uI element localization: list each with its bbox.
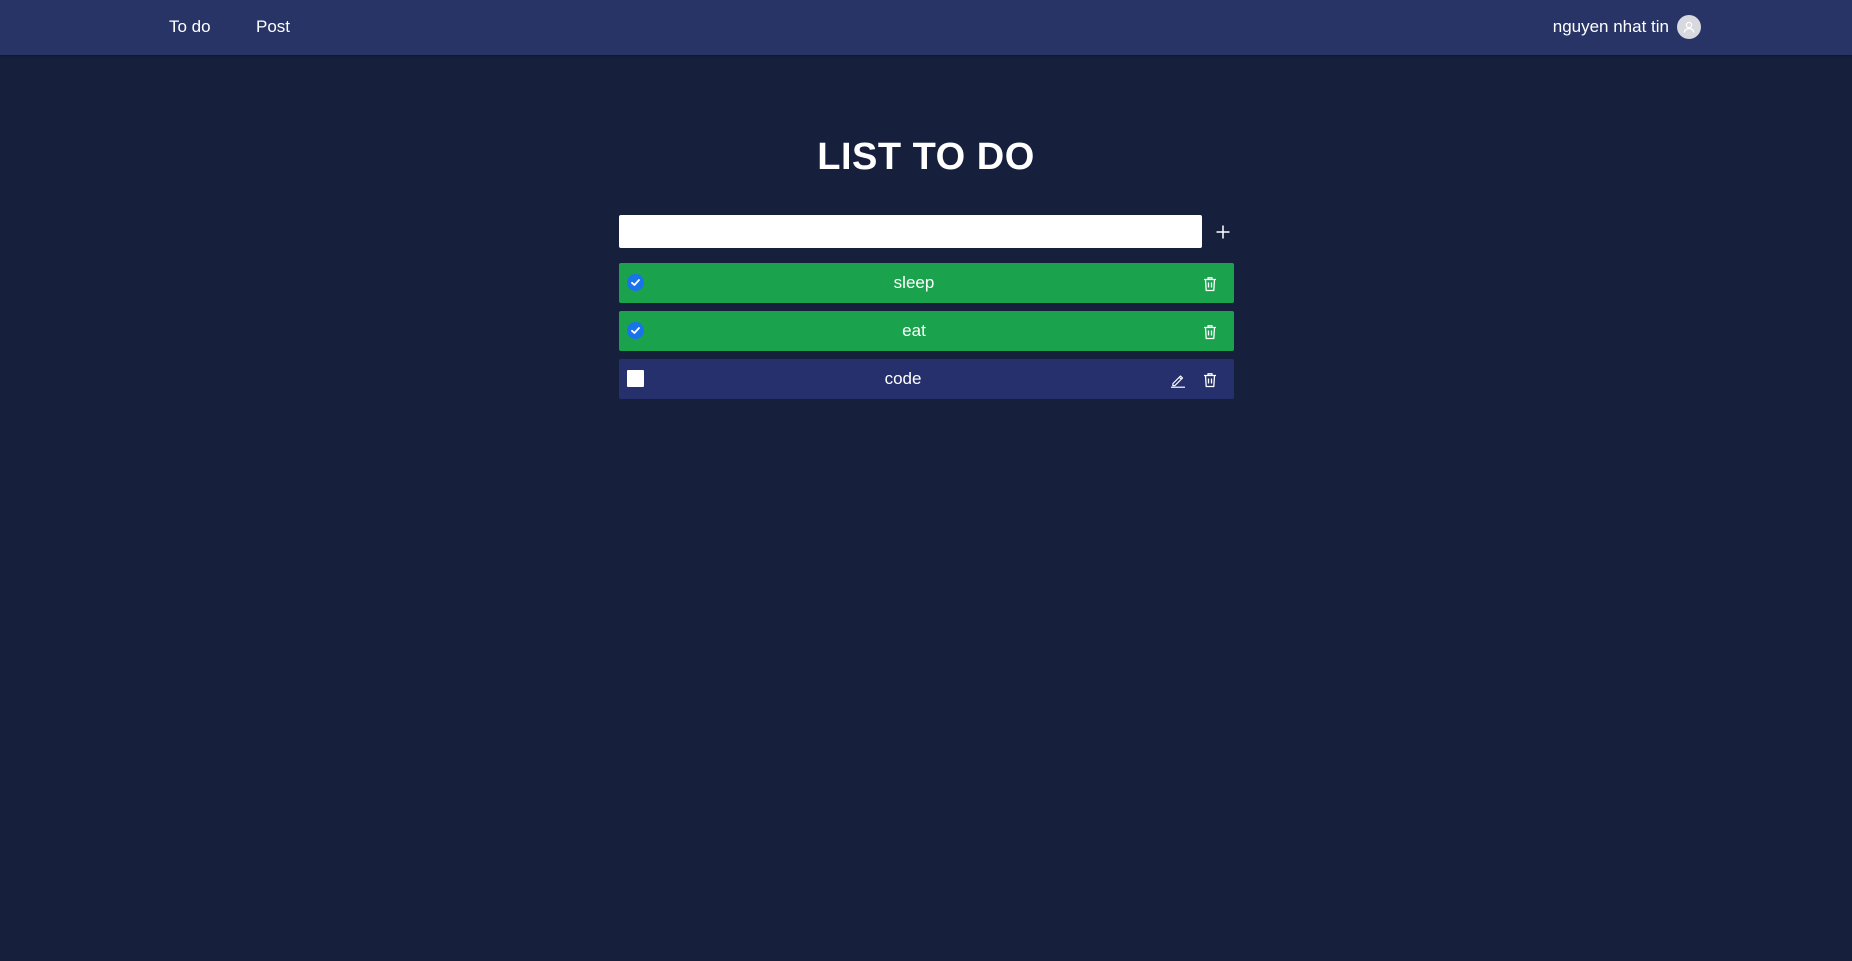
todo-item: code — [619, 359, 1234, 399]
page-title: LIST TO DO — [817, 136, 1035, 178]
todo-label: code — [884, 369, 922, 388]
todo-input[interactable] — [619, 215, 1202, 248]
add-button[interactable] — [1208, 217, 1238, 247]
delete-button[interactable] — [1201, 323, 1219, 341]
edit-button[interactable] — [1169, 371, 1187, 389]
pencil-icon — [1171, 375, 1185, 388]
trash-icon — [1204, 373, 1216, 388]
user-menu[interactable]: nguyen nhat tin — [1553, 14, 1701, 40]
delete-button[interactable] — [1201, 275, 1219, 293]
trash-icon — [1204, 277, 1216, 292]
user-icon — [1683, 21, 1695, 33]
add-todo-row — [619, 215, 1234, 248]
nav-link-post[interactable]: Post — [256, 16, 290, 38]
trash-icon — [1204, 325, 1216, 340]
todo-label: eat — [902, 321, 926, 340]
nav-link-todo[interactable]: To do — [169, 16, 211, 38]
delete-button[interactable] — [1201, 371, 1219, 389]
avatar[interactable] — [1677, 15, 1701, 39]
todo-label: sleep — [893, 273, 935, 292]
user-name: nguyen nhat tin — [1552, 17, 1669, 36]
todo-item: sleep — [619, 263, 1234, 303]
plus-icon — [1216, 225, 1230, 239]
navbar: To do Post nguyen nhat tin — [0, 0, 1852, 55]
todo-item: eat — [619, 311, 1234, 351]
